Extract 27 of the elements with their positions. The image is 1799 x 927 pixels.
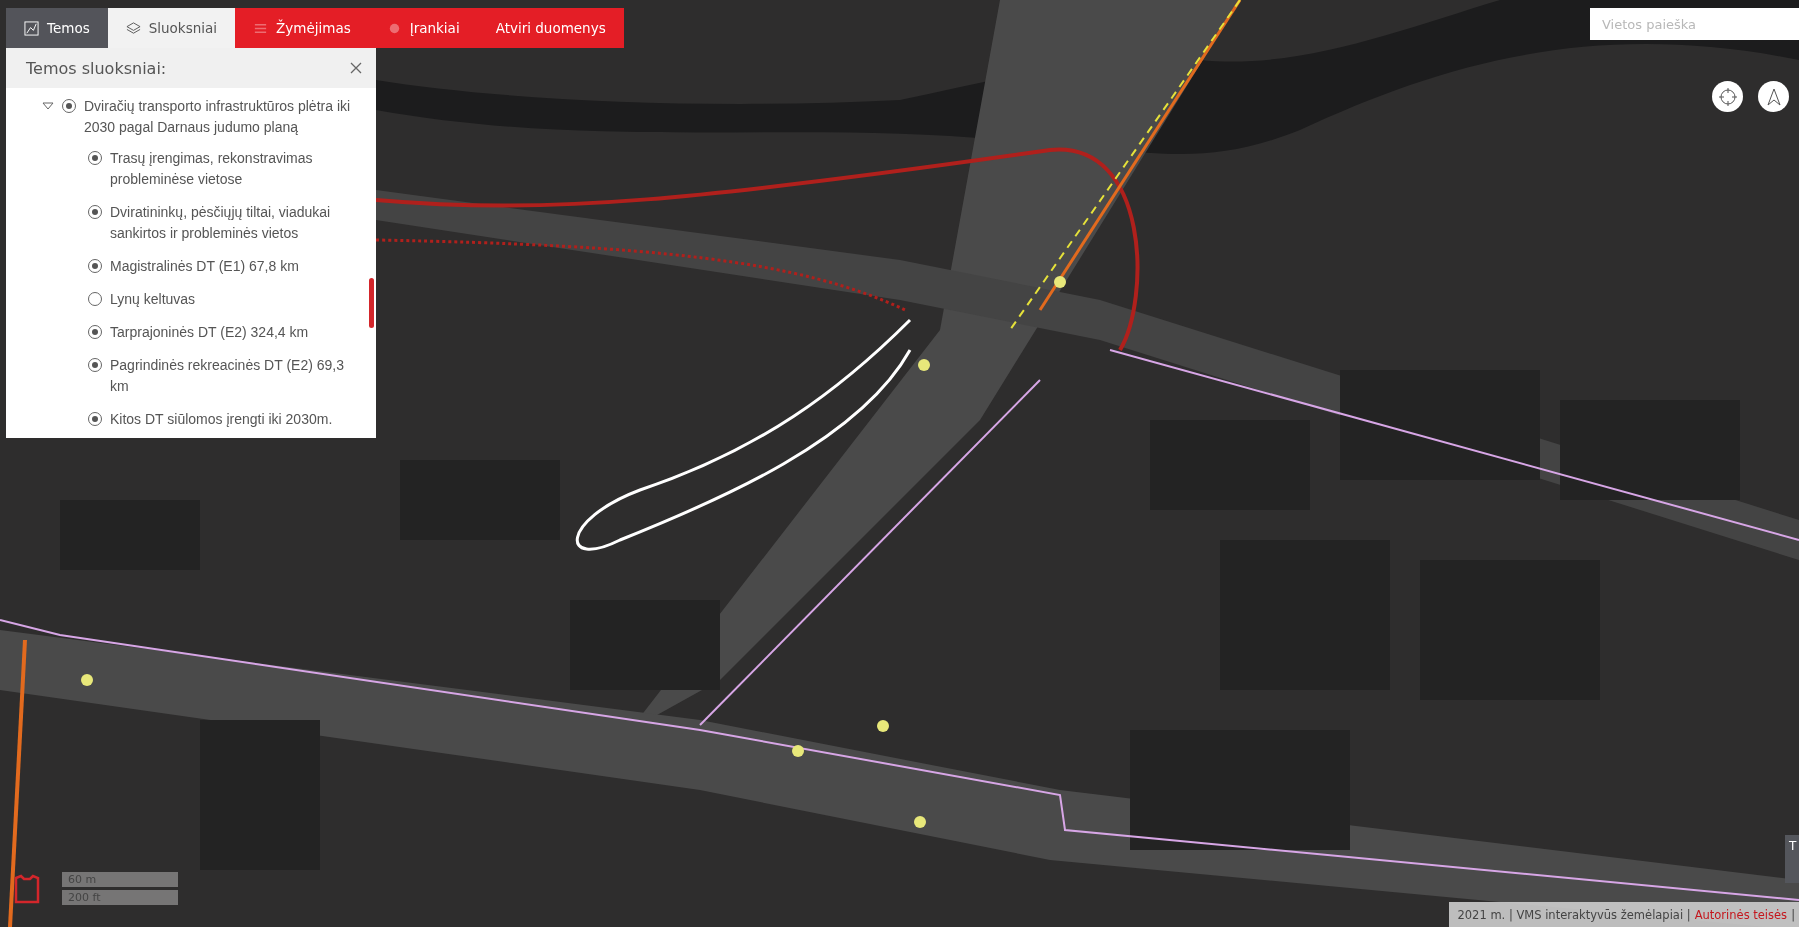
attribution-text: 2021 m. | VMS interaktyvūs žemėlapiai | (1457, 907, 1691, 922)
crosshair-icon (1717, 86, 1738, 107)
copyright-link[interactable]: Autorinės teisės (1694, 907, 1788, 922)
close-icon[interactable] (350, 62, 362, 74)
layer-label: Kitos DT siūlomos įrengti iki 2030m. (110, 410, 334, 429)
layer-label: Dviračių transporto infrastruktūros plėtra iki 2030 pagal Darnaus judumo planą (84, 97, 352, 137)
chart-icon (24, 20, 39, 36)
layer-label: Dviratininkų, pėsčiųjų tiltai, viadukai sankirtos ir probleminės vietos (110, 203, 332, 243)
map-drawing[interactable] (0, 0, 1799, 927)
tab[interactable]: Žymėjimas (235, 8, 369, 48)
side-widget[interactable]: T (1785, 835, 1799, 883)
tab[interactable]: Atviri duomenys (477, 8, 624, 48)
layer-label: Magistralinės DT (E1) 67,8 km (110, 257, 300, 276)
tab[interactable]: Temos (6, 8, 108, 48)
castle-icon[interactable] (12, 874, 42, 906)
layers-icon (125, 20, 141, 36)
layer-label: Pagrindinės rekreacinės DT (E2) 69,3 km (110, 356, 345, 396)
separator: | (1791, 907, 1795, 922)
panel-title: Temos sluoksniai: (26, 58, 167, 78)
scrollbar-thumb[interactable] (369, 278, 374, 328)
search-field[interactable]: Vietos paieška (1590, 8, 1799, 40)
layer-label: Lynų keltuvas (110, 290, 197, 309)
layer-label: Tarprajoninės DT (E2) 324,4 km (110, 323, 310, 342)
layer-label: Trasų įrengimas, rekonstravimas probleminėse vietose (110, 149, 314, 189)
expand-toggle-icon[interactable] (42, 100, 54, 112)
tab[interactable]: Įrankiai (368, 8, 478, 48)
tab[interactable]: Sluoksniai (107, 8, 236, 48)
